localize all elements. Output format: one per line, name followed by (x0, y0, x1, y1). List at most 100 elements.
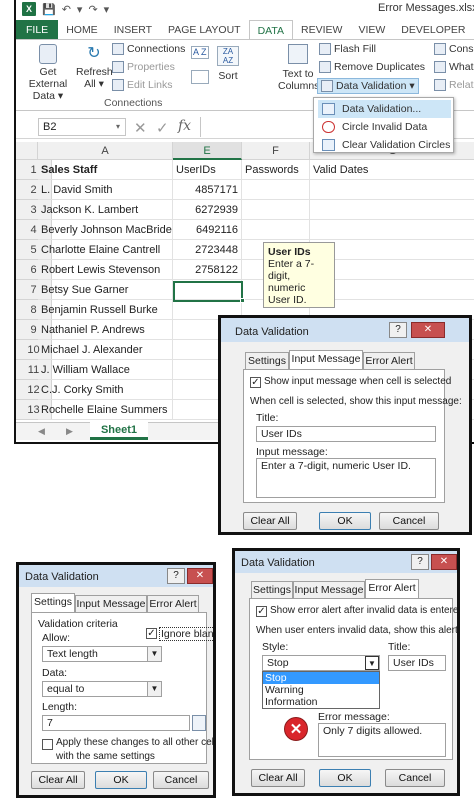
table-cell[interactable]: Robert Lewis Stevenson (38, 260, 173, 280)
table-cell[interactable]: Benjamin Russell Burke (38, 300, 173, 320)
what-if-button[interactable]: What- (434, 61, 474, 74)
qat-customize-icon[interactable]: ▾ (104, 3, 110, 16)
tab-insert[interactable]: INSERT (106, 20, 160, 40)
data-validation-button[interactable]: Data Validation ▾ (317, 78, 419, 95)
input-message-textarea[interactable]: Enter a 7-digit, numeric User ID. (256, 458, 436, 498)
tab-error-alert[interactable]: Error Alert (363, 352, 415, 370)
style-option-warning[interactable]: Warning (263, 684, 379, 696)
tab-settings[interactable]: Settings (251, 581, 293, 599)
table-cell[interactable] (242, 200, 310, 220)
table-cell[interactable] (310, 180, 474, 200)
cancel-button[interactable]: Cancel (385, 769, 445, 787)
table-cell[interactable]: Jackson K. Lambert (38, 200, 173, 220)
help-icon[interactable]: ? (389, 322, 407, 338)
ok-button[interactable]: OK (319, 769, 371, 787)
show-error-checkbox[interactable]: ✓ (256, 606, 267, 617)
ignore-blank-checkbox[interactable]: ✓ (146, 628, 157, 639)
tab-input-message[interactable]: Input Message (289, 350, 363, 370)
column-header-e[interactable]: E (173, 142, 242, 160)
table-cell[interactable] (310, 200, 474, 220)
tab-file[interactable]: FILE (16, 20, 59, 40)
table-cell[interactable]: Beverly Johnson MacBride (38, 220, 173, 240)
table-cell[interactable]: Nathaniel P. Andrews (38, 320, 173, 340)
tab-developer[interactable]: DEVELOPER (393, 20, 473, 40)
length-input[interactable]: 7 (42, 715, 190, 731)
table-cell[interactable] (310, 220, 474, 240)
tab-review[interactable]: REVIEW (293, 20, 350, 40)
undo-dropdown-icon[interactable]: ▾ (77, 3, 83, 16)
save-icon[interactable]: 💾 (42, 3, 56, 16)
tab-data[interactable]: DATA (248, 20, 294, 40)
enter-formula-icon[interactable]: ✓ (156, 119, 169, 137)
style-option-information[interactable]: Information (263, 696, 379, 708)
consolidate-button[interactable]: Conso (434, 43, 474, 56)
header-cell[interactable]: Passwords (242, 160, 310, 180)
tab-input-message[interactable]: Input Message (75, 595, 147, 613)
remove-duplicates-button[interactable]: Remove Duplicates (319, 61, 425, 74)
help-icon[interactable]: ? (167, 568, 185, 584)
error-message-textarea[interactable]: Only 7 digits allowed. (318, 723, 446, 757)
show-input-checkbox[interactable]: ✓ (250, 377, 261, 388)
style-option-stop[interactable]: Stop (263, 672, 379, 684)
name-box[interactable]: B2 (38, 118, 126, 136)
column-header-a[interactable]: A (38, 142, 173, 160)
title-input[interactable]: User IDs (388, 655, 446, 671)
edit-links-button[interactable]: Edit Links (112, 79, 173, 92)
style-select[interactable]: Stop ▼ (262, 655, 380, 671)
redo-icon[interactable]: ↷ (88, 3, 97, 16)
table-cell[interactable]: 6272939 (173, 200, 242, 220)
clear-all-button[interactable]: Clear All (251, 769, 305, 787)
menu-item-circle-invalid[interactable]: Circle Invalid Data (318, 118, 451, 136)
flash-fill-button[interactable]: Flash Fill (319, 43, 376, 56)
table-cell[interactable]: C.J. Corky Smith (38, 380, 173, 400)
ok-button[interactable]: OK (95, 771, 147, 789)
tab-home[interactable]: HOME (58, 20, 106, 40)
tab-error-alert[interactable]: Error Alert (365, 579, 419, 599)
table-cell[interactable]: Rochelle Elaine Summers (38, 400, 173, 420)
tab-view[interactable]: VIEW (350, 20, 393, 40)
table-cell[interactable]: 2758122 (173, 260, 242, 280)
fill-handle[interactable] (240, 298, 245, 303)
relationships-button[interactable]: Relatio (434, 79, 474, 92)
sheet-next-icon[interactable]: ▶ (66, 426, 73, 437)
active-cell-e7[interactable] (173, 281, 243, 302)
cancel-formula-icon[interactable]: ✕ (134, 119, 147, 137)
table-cell[interactable] (242, 180, 310, 200)
undo-icon[interactable]: ↶ (62, 3, 71, 16)
refresh-all-button[interactable]: ↻ Refresh All ▾ (76, 44, 113, 90)
connections-button[interactable]: Connections (112, 43, 185, 56)
header-cell[interactable]: Valid Dates (310, 160, 474, 180)
ok-button[interactable]: OK (319, 512, 371, 530)
sort-az-icon[interactable]: A Z (191, 46, 209, 59)
range-picker-icon[interactable] (192, 715, 206, 731)
properties-button[interactable]: Properties (112, 61, 175, 74)
help-icon[interactable]: ? (411, 554, 429, 570)
table-cell[interactable]: L. David Smith (38, 180, 173, 200)
get-external-data-button[interactable]: Get External Data ▾ (20, 44, 76, 102)
sort-za-icon[interactable] (191, 70, 209, 84)
tab-error-alert[interactable]: Error Alert (147, 595, 199, 613)
table-cell[interactable]: J. William Wallace (38, 360, 173, 380)
title-input[interactable]: User IDs (256, 426, 436, 442)
column-header-f[interactable]: F (242, 142, 310, 160)
clear-all-button[interactable]: Clear All (31, 771, 85, 789)
tab-input-message[interactable]: Input Message (293, 581, 365, 599)
sort-button[interactable]: ZA AZ Sort (213, 46, 243, 82)
close-icon[interactable]: ✕ (411, 322, 445, 338)
close-icon[interactable]: ✕ (187, 568, 213, 584)
tab-settings[interactable]: Settings (31, 593, 75, 613)
table-cell[interactable] (242, 220, 310, 240)
tab-page-layout[interactable]: PAGE LAYOUT (160, 20, 249, 40)
table-cell[interactable]: 2723448 (173, 240, 242, 260)
sheet-prev-icon[interactable]: ◀ (38, 426, 45, 437)
header-cell[interactable]: Sales Staff (38, 160, 173, 180)
header-cell[interactable]: UserIDs (173, 160, 242, 180)
allow-select[interactable]: Text length ▼ (42, 646, 162, 662)
menu-item-clear-circles[interactable]: Clear Validation Circles (318, 136, 451, 154)
apply-all-checkbox[interactable] (42, 739, 53, 750)
close-icon[interactable]: ✕ (431, 554, 457, 570)
insert-function-icon[interactable]: fx (178, 118, 191, 134)
table-cell[interactable]: Betsy Sue Garner (38, 280, 173, 300)
select-all-corner[interactable] (16, 142, 38, 160)
sheet-tab-sheet1[interactable]: Sheet1 (90, 422, 148, 440)
